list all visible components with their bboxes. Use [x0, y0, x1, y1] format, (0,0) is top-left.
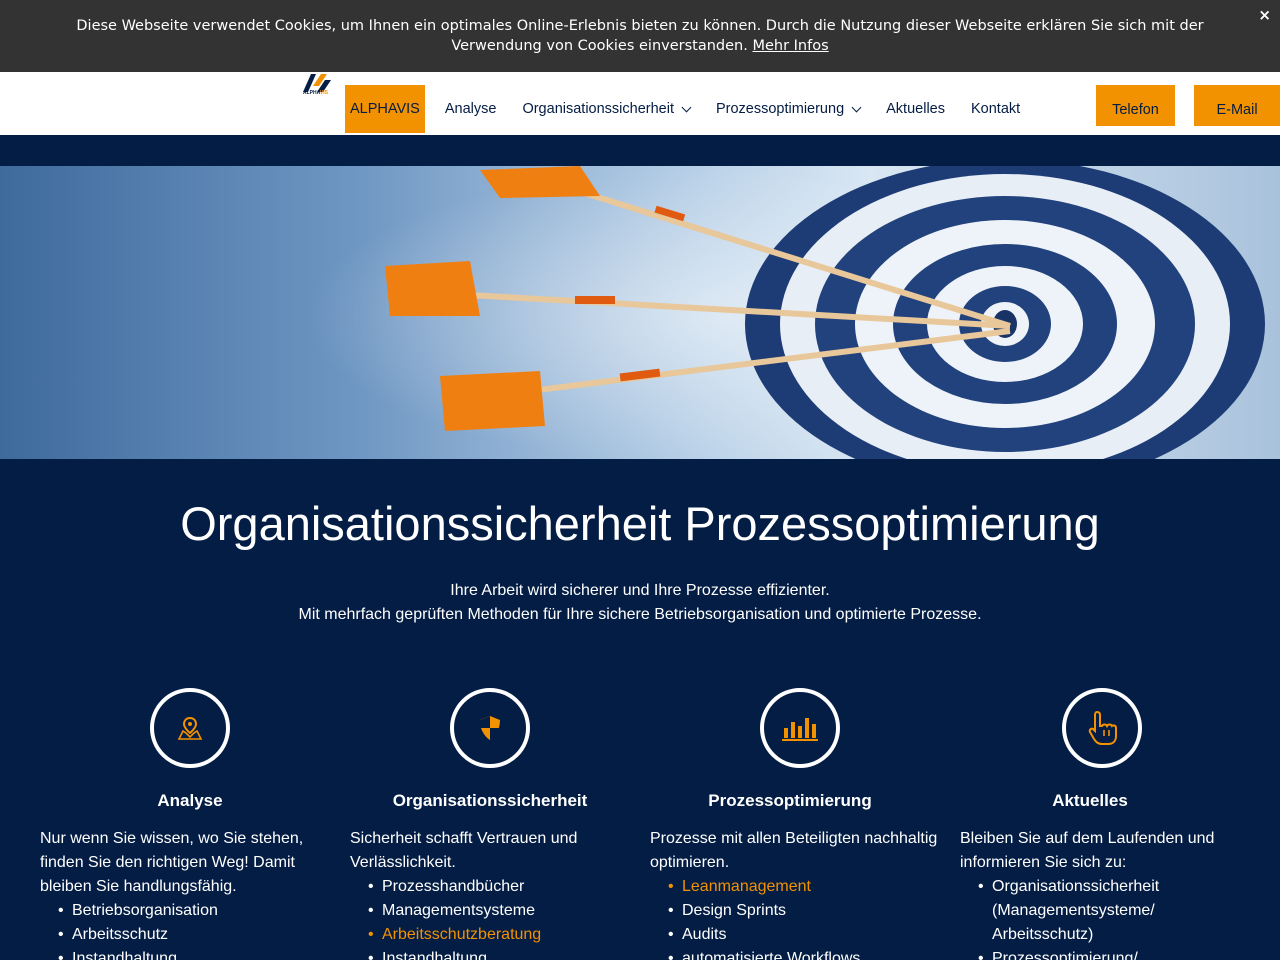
shield-icon-svg — [480, 716, 500, 740]
nav-item-label: Kontakt — [970, 101, 1021, 117]
nav-item-label: Organisationssicherheit — [522, 101, 674, 117]
target-arrows-illustration — [220, 166, 1265, 459]
feature-list: Leanmanagement Design Sprints Audits aut… — [650, 875, 950, 960]
site-header: ALPHAVIS ALPHAVIS Analyse Organisationss… — [0, 72, 1280, 135]
list-item: Instandhaltung — [58, 947, 320, 960]
email-button[interactable]: E-Mail — [1194, 85, 1280, 126]
nav-item-aktuelles[interactable]: Aktuelles — [873, 85, 958, 133]
feature-text: Bleiben Sie auf dem Laufenden und inform… — [960, 827, 1240, 960]
bar-chart-icon-svg — [782, 718, 818, 741]
nav-item-label: Analyse — [444, 101, 497, 117]
hero-image — [0, 166, 1280, 459]
feature-text: Sicherheit schafft Vertrauen und Verläss… — [350, 827, 630, 960]
list-item: Betriebsorganisation — [58, 899, 320, 923]
pointing-hand-icon-svg — [1088, 710, 1117, 745]
phone-button[interactable]: Telefon — [1096, 85, 1175, 126]
leanmanagement-link[interactable]: Leanmanagement — [668, 875, 950, 899]
feature-list: Betriebsorganisation Arbeitsschutz Insta… — [40, 899, 320, 960]
cookie-more-info-link[interactable]: Mehr Infos — [752, 38, 828, 54]
nav-item-organisationssicherheit[interactable]: Organisationssicherheit — [509, 85, 703, 133]
cookie-text: Diese Webseite verwendet Cookies, um Ihn… — [76, 18, 1204, 54]
logo-text-b: VIS — [319, 90, 328, 96]
shield-icon[interactable] — [450, 688, 530, 768]
feature-text: Nur wenn Sie wissen, wo Sie stehen, find… — [40, 827, 320, 960]
nav-item-analyse[interactable]: Analyse — [425, 85, 510, 133]
title-part-b: Prozessoptimierung — [684, 497, 1100, 550]
nav-item-label: Aktuelles — [886, 101, 945, 117]
list-item: Prozesshandbücher — [368, 875, 630, 899]
title-part-a: Organisationssicherheit — [180, 497, 672, 550]
intro-line-2: Mit mehrfach geprüften Methoden für Ihre… — [298, 606, 982, 623]
nav-item-alphavis[interactable]: ALPHAVIS — [345, 85, 425, 133]
nav-item-prozessoptimierung[interactable]: Prozessoptimierung — [703, 85, 873, 133]
arbeitsschutzberatung-link[interactable]: Arbeitsschutzberatung — [368, 923, 630, 947]
feature-title: Organisationssicherheit — [392, 791, 588, 810]
feature-title: Aktuelles — [1052, 791, 1128, 810]
logo-text: ALPHAVIS — [303, 90, 328, 96]
list-item: Instandhaltung — [368, 947, 630, 960]
list-item: Managementsysteme — [368, 899, 630, 923]
nav-item-kontakt[interactable]: Kontakt — [958, 85, 1033, 133]
main-navigation: ALPHAVIS Analyse Organisationssicherheit… — [345, 85, 1033, 133]
feature-description: Sicherheit schafft Vertrauen und Verläss… — [350, 830, 578, 871]
logo-text-a: ALPHA — [303, 90, 320, 96]
feature-title: Prozessoptimierung — [708, 791, 872, 810]
cookie-close-icon[interactable]: × — [1258, 5, 1271, 25]
email-button-label: E-Mail — [1216, 102, 1258, 118]
list-item: automatisierte Workflows — [668, 947, 950, 960]
feature-title: Analyse — [157, 791, 223, 810]
page-title: Organisationssicherheit Prozessoptimieru… — [0, 495, 1280, 553]
cookie-banner: Diese Webseite verwendet Cookies, um Ihn… — [0, 0, 1280, 72]
alphavis-logo[interactable]: ALPHAVIS — [303, 74, 333, 98]
pointing-hand-icon[interactable] — [1062, 688, 1142, 768]
phone-button-label: Telefon — [1112, 102, 1159, 118]
intro-line-1: Ihre Arbeit wird sicherer und Ihre Proze… — [450, 582, 830, 599]
list-item: Prozessoptimierung/ — [978, 947, 1240, 960]
chevron-down-icon — [681, 102, 692, 112]
feature-description: Nur wenn Sie wissen, wo Sie stehen, find… — [40, 830, 304, 895]
nav-item-label: ALPHAVIS — [350, 101, 420, 117]
bar-chart-icon[interactable] — [760, 688, 840, 768]
list-item: Design Sprints — [668, 899, 950, 923]
feature-description: Bleiben Sie auf dem Laufenden und inform… — [960, 830, 1215, 871]
feature-list: Prozesshandbücher Managementsysteme Arbe… — [350, 875, 630, 960]
intro-text: Ihre Arbeit wird sicherer und Ihre Proze… — [0, 579, 1280, 627]
list-item: Organisationssicherheit (Managementsyste… — [978, 875, 1240, 947]
map-pin-icon[interactable] — [150, 688, 230, 768]
feature-text: Prozesse mit allen Beteiligten nachhalti… — [650, 827, 950, 960]
feature-list: Organisationssicherheit (Managementsyste… — [960, 875, 1240, 960]
map-pin-icon-svg — [177, 716, 203, 740]
chevron-down-icon — [851, 102, 862, 112]
list-item: Arbeitsschutz — [58, 923, 320, 947]
nav-item-label: Prozessoptimierung — [715, 101, 845, 117]
list-item: Audits — [668, 923, 950, 947]
feature-description: Prozesse mit allen Beteiligten nachhalti… — [650, 830, 938, 871]
